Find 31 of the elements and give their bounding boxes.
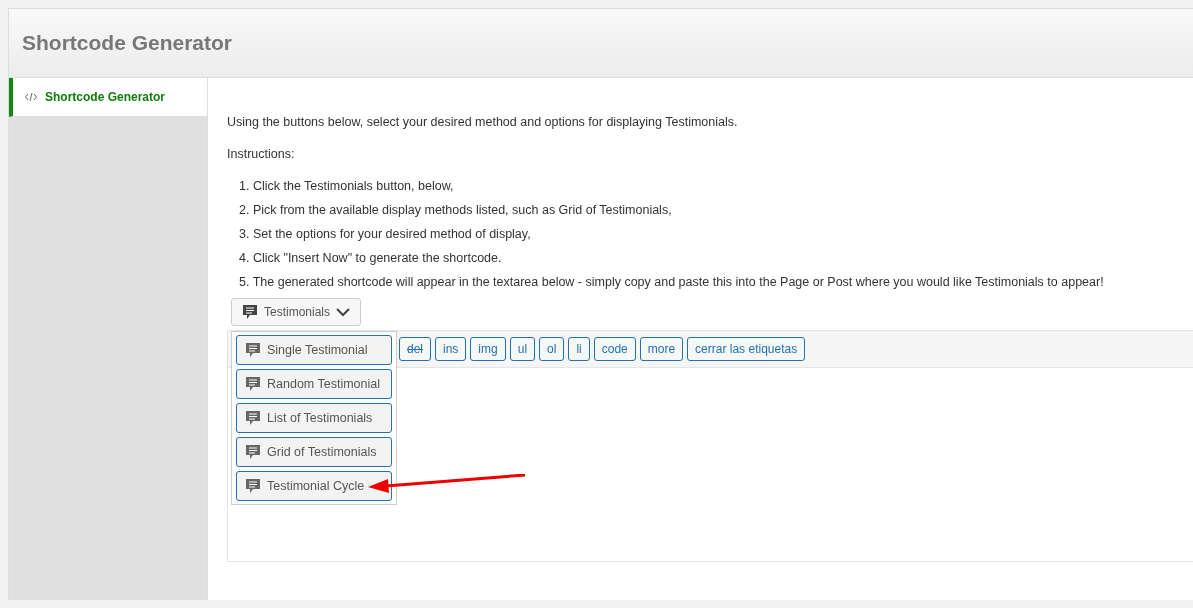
speech-bubble-icon	[245, 444, 261, 460]
menu-item[interactable]: List of Testimonials	[236, 403, 392, 433]
toolbar-button[interactable]: li	[568, 337, 590, 361]
instruction-step: 4. Click "Insert Now" to generate the shortcode.	[227, 250, 1193, 266]
code-icon	[25, 92, 37, 102]
menu-item[interactable]: Random Testimonial	[236, 369, 392, 399]
menu-item[interactable]: Grid of Testimonials	[236, 437, 392, 467]
speech-bubble-icon	[245, 376, 261, 392]
toolbar-button[interactable]: ul	[509, 337, 536, 361]
speech-bubble-icon	[245, 342, 261, 358]
instruction-step: 5. The generated shortcode will appear in the textarea below - simply copy and paste this into the Page or Post where you would like Testimonials to appear!	[227, 274, 1193, 290]
toolbar-button[interactable]: cerrar las etiquetas	[687, 337, 806, 361]
speech-bubble-icon	[245, 410, 261, 426]
instruction-step: 3. Set the options for your desired method of display,	[227, 226, 1193, 242]
toolbar-button[interactable]: more	[639, 337, 684, 361]
toolbar-button[interactable]: img	[470, 337, 506, 361]
intro-text: Using the buttons below, select your desired method and options for displaying Testimonials.	[227, 114, 739, 130]
menu-item[interactable]: Testimonial Cycle	[236, 471, 392, 501]
toolbar-button[interactable]: del	[399, 337, 431, 361]
speech-bubble-icon	[242, 304, 258, 320]
testimonials-dropdown[interactable]: Testimonials	[231, 298, 362, 326]
instruction-step: 1. Click the Testimonials button, below,	[227, 178, 1193, 194]
toolbar-button[interactable]: code	[593, 337, 636, 361]
speech-bubble-icon	[245, 478, 261, 494]
toolbar-button[interactable]: ol	[539, 337, 565, 361]
menu-item[interactable]: Single Testimonial	[236, 335, 392, 365]
instruction-step: 2. Pick from the available display methods listed, such as Grid of Testimonials,	[227, 202, 1193, 218]
sidebar-item[interactable]: Shortcode Generator	[9, 78, 207, 117]
toolbar-button[interactable]: ins	[435, 337, 467, 361]
page-title: Shortcode Generator	[22, 31, 233, 55]
instructions-label: Instructions:	[227, 146, 296, 162]
